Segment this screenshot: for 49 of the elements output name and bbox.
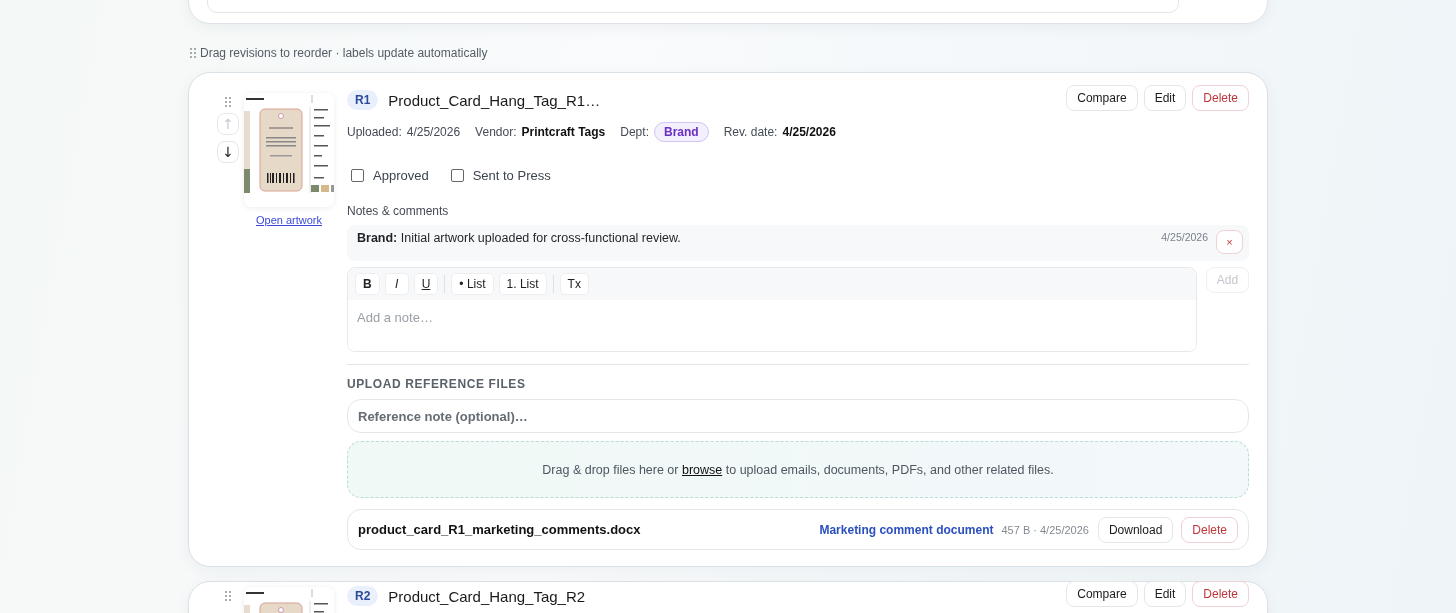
checkbox-label: Approved [373, 167, 429, 183]
file-meta: 457 B · 4/25/2026 [1001, 523, 1089, 536]
checkbox-label: Sent to Press [472, 167, 551, 183]
bullet-list-button[interactable]: • List [451, 273, 494, 295]
action-button[interactable]: Compare [1066, 85, 1138, 111]
delete-button[interactable]: Delete [1192, 85, 1249, 111]
underline-button[interactable]: U [413, 273, 439, 295]
drag-dots-icon [190, 48, 196, 58]
revision-badge: R2 [347, 586, 379, 606]
hint-text: Drag revisions to reorder · labels update automatically [200, 46, 488, 60]
drag-handle-icon[interactable] [225, 97, 231, 107]
action-button[interactable]: Compare [1066, 581, 1138, 607]
meta-label: Vendor: [475, 125, 517, 139]
checkbox[interactable] [351, 168, 364, 182]
open-artwork-link[interactable]: Open artwork [256, 214, 322, 226]
action-button[interactable]: Download [1097, 516, 1174, 543]
meta-value: Printcraft Tags [521, 125, 606, 139]
checkbox[interactable] [450, 168, 464, 182]
revision-title: Product_Card_Hang_Tag_R1… [388, 91, 602, 109]
file-name: product_card_R1_marketing_comments.docx [358, 522, 642, 537]
italic-button[interactable]: I [384, 273, 409, 295]
revision-title: Product_Card_Hang_Tag_R2 [388, 587, 587, 605]
numbered-list-button[interactable]: 1. List [498, 273, 547, 295]
section-heading: UPLOAD REFERENCE FILES [347, 377, 527, 391]
revision-badge: R1 [347, 90, 379, 110]
reference-note-field[interactable]: Reference note (optional)… [347, 399, 1249, 433]
meta-label: Dept: [620, 125, 649, 139]
file-drop-zone[interactable]: Drag & drop files here or browse to upload emails, documents, PDFs, and other related files. [347, 441, 1249, 498]
bold-button[interactable]: B [355, 273, 380, 295]
note-editor[interactable]: B I U • List 1. List Tx Add a note… [347, 267, 1197, 352]
comment-date: 4/25/2026 [1161, 231, 1208, 243]
browse-link[interactable]: browse [681, 462, 723, 477]
drop-zone-text: Drag & drop files here or browse to upload emails, documents, PDFs, and other related files. [542, 462, 1054, 477]
action-button[interactable]: Edit [1143, 581, 1187, 607]
drag-handle-icon[interactable] [225, 591, 231, 601]
file-description: Marketing comment document [819, 522, 994, 537]
action-button[interactable]: Edit [1143, 85, 1187, 111]
comment-text: Brand: Initial artwork uploaded for cross-functional review. [357, 230, 682, 245]
meta-label: Rev. date: [723, 125, 778, 139]
section-label: Notes & comments [347, 204, 450, 218]
remove-comment-button[interactable]: × [1216, 230, 1243, 254]
meta-label: Uploaded: [347, 125, 402, 139]
move-button[interactable]: ↓ [217, 141, 239, 163]
meta-value: 4/25/2026 [782, 125, 836, 139]
delete-button[interactable]: Delete [1192, 581, 1249, 607]
meta-value: 4/25/2026 [406, 125, 461, 139]
clear-format-button[interactable]: Tx [559, 273, 589, 295]
delete-button[interactable]: Delete [1181, 516, 1238, 543]
department-tag: Brand [653, 122, 709, 142]
